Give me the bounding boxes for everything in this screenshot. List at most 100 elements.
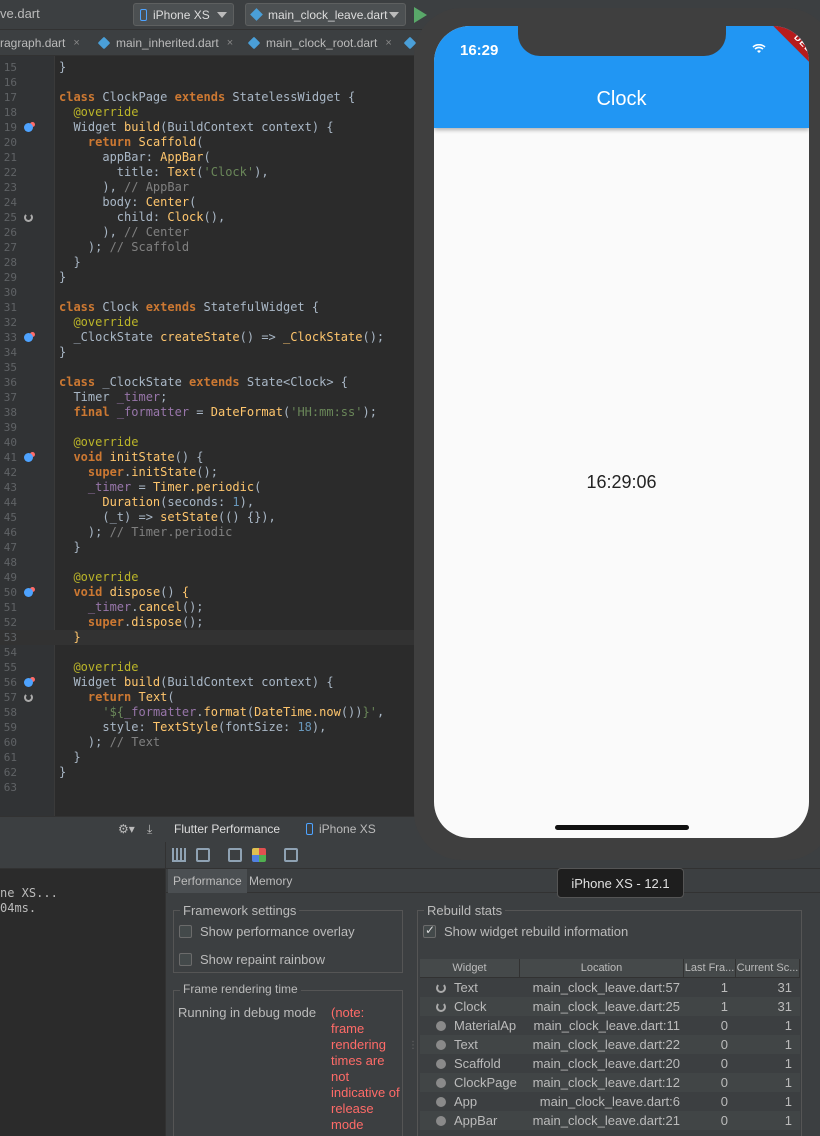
widget-name: Clock — [454, 999, 487, 1014]
debug-paint-icon[interactable] — [196, 848, 210, 862]
tab-paragraph[interactable]: ragraph.dart × — [0, 30, 80, 56]
tab-iphone-xs[interactable]: iPhone XS — [306, 822, 376, 836]
column-header-location[interactable]: Location — [520, 959, 684, 977]
show-rebuild-info-option[interactable]: Show widget rebuild information — [423, 923, 629, 939]
current-screen-cell: 1 — [784, 1056, 792, 1071]
last-frame-cell: 0 — [720, 1094, 728, 1109]
performance-overlay-icon[interactable] — [172, 848, 186, 862]
code-text: title: Text('Clock'), — [59, 165, 269, 179]
select-widget-icon[interactable] — [228, 848, 242, 862]
run-config-selector[interactable]: main_clock_leave.dart — [245, 3, 406, 26]
simulator-screen[interactable]: 16:29 Clock DEBUG 16:29:06 — [434, 26, 809, 838]
status-bar-time: 16:29 — [460, 42, 499, 59]
show-repaint-rainbow-option[interactable]: Show repaint rainbow — [179, 952, 325, 967]
current-screen-cell: 31 — [777, 999, 792, 1014]
location-cell[interactable]: main_clock_leave.dart:12 — [520, 1073, 684, 1092]
table-row[interactable]: Clock main_clock_leave.dart:25 1 31 — [420, 997, 800, 1016]
line-number: 43 — [3, 481, 17, 494]
wifi-icon — [752, 44, 766, 53]
app-bar-title: Clock — [596, 88, 647, 110]
repaint-rainbow-icon[interactable] — [252, 848, 266, 862]
tab-main-inherited[interactable]: main_inherited.dart × — [97, 30, 233, 56]
code-text: Timer _timer; — [59, 390, 168, 404]
last-frame-cell: 0 — [720, 1018, 728, 1033]
rebuild-indicator-icon[interactable] — [24, 213, 33, 222]
show-performance-overlay-checkbox[interactable] — [179, 925, 192, 938]
widget-cell: Text — [420, 978, 520, 997]
override-marker-icon[interactable] — [24, 453, 33, 462]
widget-cell: Scaffold — [420, 1054, 520, 1073]
tab-performance[interactable]: Performance — [168, 869, 247, 893]
show-rebuild-info-checkbox[interactable] — [423, 923, 436, 938]
table-row[interactable]: MaterialAp main_clock_leave.dart:11 0 1 — [420, 1016, 800, 1035]
show-repaint-rainbow-checkbox[interactable] — [179, 953, 192, 966]
tab-memory[interactable]: Memory — [244, 869, 297, 893]
run-icon[interactable] — [414, 7, 427, 23]
show-performance-overlay-option[interactable]: Show performance overlay — [179, 924, 355, 939]
line-number: 51 — [3, 601, 17, 614]
device-notch — [518, 26, 726, 56]
show-rebuild-info-label: Show widget rebuild information — [444, 924, 629, 939]
code-text: } — [59, 540, 81, 554]
gear-icon[interactable]: ⚙▾ — [118, 822, 135, 836]
table-row[interactable]: Text main_clock_leave.dart:57 1 31 — [420, 978, 800, 997]
tab-main-clock-root[interactable]: main_clock_root.dart × — [247, 30, 392, 56]
line-number: 49 — [3, 571, 17, 584]
line-number: 37 — [3, 391, 17, 404]
location-cell[interactable]: main_clock_leave.dart:20 — [520, 1054, 684, 1073]
code-text: child: Clock(), — [59, 210, 226, 224]
location-cell[interactable]: main_clock_leave.dart:6 — [520, 1092, 684, 1111]
download-icon[interactable]: ⤓ — [147, 822, 152, 837]
tab-flutter-performance[interactable]: Flutter Performance — [174, 822, 280, 836]
location-cell[interactable]: main_clock_leave.dart:22 — [520, 1035, 684, 1054]
tab-label: ragraph.dart — [0, 36, 66, 50]
line-number: 39 — [3, 421, 17, 434]
line-number: 56 — [3, 676, 17, 689]
table-row[interactable]: Scaffold main_clock_leave.dart:20 0 1 — [420, 1054, 800, 1073]
code-text: } — [73, 630, 81, 644]
code-text: } — [59, 765, 67, 779]
code-text: return Scaffold( — [87, 135, 204, 149]
home-indicator[interactable] — [555, 825, 689, 830]
code-text: ), // AppBar — [59, 180, 190, 194]
override-marker-icon[interactable] — [24, 333, 33, 342]
close-icon[interactable]: × — [73, 37, 79, 49]
code-text: Duration(seconds: 1), — [102, 495, 255, 509]
column-header-current-screen[interactable]: Current Sc... — [736, 959, 800, 977]
location-cell[interactable]: main_clock_leave.dart:21 — [520, 1111, 684, 1130]
line-number: 58 — [3, 706, 17, 719]
framework-settings-title: Framework settings — [180, 903, 300, 918]
table-row[interactable]: AppBar main_clock_leave.dart:21 0 1 — [420, 1111, 800, 1130]
line-number: 18 — [3, 106, 17, 119]
table-row[interactable]: Text main_clock_leave.dart:22 0 1 — [420, 1035, 800, 1054]
location-cell[interactable]: main_clock_leave.dart:25 — [520, 997, 684, 1016]
table-row[interactable]: App main_clock_leave.dart:6 0 1 — [420, 1092, 800, 1111]
line-number: 53 — [3, 631, 17, 644]
table-row[interactable]: ClockPage main_clock_leave.dart:12 0 1 — [420, 1073, 800, 1092]
line-number: 35 — [3, 361, 17, 374]
tab-iphone-xs-label: iPhone XS — [319, 822, 376, 836]
device-selector-label: iPhone XS — [153, 7, 210, 22]
last-frame-cell: 0 — [720, 1056, 728, 1071]
inspector-icon[interactable] — [284, 848, 298, 862]
column-header-widget[interactable]: Widget — [420, 959, 520, 977]
close-icon[interactable]: × — [385, 37, 391, 49]
code-text: ), // Center — [59, 225, 190, 239]
device-selector[interactable]: iPhone XS — [133, 3, 234, 26]
code-text: super.dispose(); — [87, 615, 204, 629]
rebuild-indicator-icon — [436, 1096, 446, 1107]
line-number: 32 — [3, 316, 17, 329]
open-file-label[interactable]: ve.dart — [0, 6, 40, 21]
widget-name: App — [454, 1094, 478, 1109]
rebuild-indicator-icon[interactable] — [24, 693, 33, 702]
close-icon[interactable]: × — [227, 37, 233, 49]
override-marker-icon[interactable] — [24, 588, 33, 597]
location-cell[interactable]: main_clock_leave.dart:57 — [520, 978, 684, 997]
chevron-down-icon — [217, 11, 227, 18]
override-marker-icon[interactable] — [24, 123, 33, 132]
line-number: 17 — [3, 91, 17, 104]
location-cell[interactable]: main_clock_leave.dart:11 — [520, 1016, 684, 1035]
override-marker-icon[interactable] — [24, 678, 33, 687]
line-number: 29 — [3, 271, 17, 284]
column-header-last-frame[interactable]: Last Fra... — [684, 959, 736, 977]
